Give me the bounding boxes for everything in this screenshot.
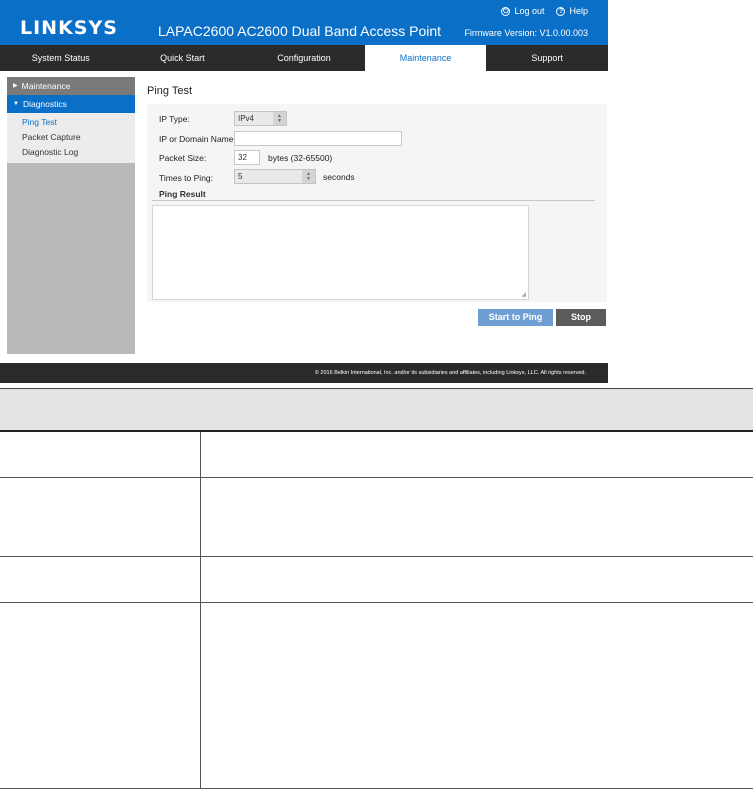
sidebar-section-maintenance[interactable]: ▶ Maintenance [7, 77, 135, 95]
doc-table-row [0, 432, 753, 478]
tab-maintenance[interactable]: Maintenance [364, 45, 487, 71]
doc-table-row [0, 603, 753, 789]
chevron-right-icon: ▶ [13, 83, 18, 89]
packet-size-label: Packet Size: [159, 153, 207, 163]
sidebar-item-ping-test[interactable]: Ping Test [7, 115, 135, 130]
divider [152, 200, 595, 201]
result-label: Ping Result [159, 189, 206, 199]
sidebar-section-diagnostics[interactable]: ▼ Diagnostics [7, 95, 135, 113]
table-divider [200, 557, 201, 602]
ip-type-select[interactable]: IPv4 ▲ ▼ [234, 111, 287, 126]
ping-result-textarea[interactable]: ◢ [152, 205, 529, 300]
device-title: LAPAC2600 AC2600 Dual Band Access Point [158, 23, 442, 39]
footer-copyright: © 2016 Belkin International, Inc. and/or… [0, 363, 608, 383]
top-header: LINKSYS LAPAC2600 AC2600 Dual Band Acces… [0, 0, 608, 45]
logout-link[interactable]: ⏻ Log out [501, 6, 544, 16]
tab-system-status[interactable]: System Status [0, 45, 122, 71]
sidebar-items: Ping Test Packet Capture Diagnostic Log [7, 113, 135, 163]
doc-table-header [0, 388, 753, 432]
sidebar-item-packet-capture[interactable]: Packet Capture [7, 130, 135, 145]
domain-input[interactable] [234, 131, 402, 146]
stop-button[interactable]: Stop [556, 309, 606, 326]
start-ping-button[interactable]: Start to Ping [478, 309, 553, 326]
table-divider [200, 432, 201, 477]
power-icon: ⏻ [501, 6, 511, 16]
times-label: Times to Ping: [159, 173, 214, 183]
sidebar-section-label: Maintenance [21, 81, 71, 91]
page-title: Ping Test [147, 85, 193, 97]
router-admin-window: LINKSYS LAPAC2600 AC2600 Dual Band Acces… [0, 0, 608, 383]
tab-quick-start[interactable]: Quick Start [122, 45, 244, 71]
sidebar: ▶ Maintenance ▼ Diagnostics Ping Test Pa… [7, 77, 135, 354]
times-value: 5 [238, 172, 243, 181]
help-label: Help [569, 6, 588, 16]
ip-type-label: IP Type: [159, 114, 190, 124]
table-divider [200, 478, 201, 556]
chevron-down-icon: ▼ [13, 101, 19, 107]
doc-table-row [0, 478, 753, 557]
spinner-icon: ▲ ▼ [302, 170, 315, 183]
help-icon: ? [556, 6, 566, 16]
header-links: ⏻ Log out ? Help [501, 6, 588, 16]
spinner-icon: ▲ ▼ [273, 112, 286, 125]
sidebar-section-label: Diagnostics [22, 99, 67, 109]
firmware-version: Firmware Version: V1.0.00.003 [464, 28, 588, 38]
times-select[interactable]: 5 ▲ ▼ [234, 169, 316, 184]
sidebar-item-diagnostic-log[interactable]: Diagnostic Log [7, 145, 135, 160]
resize-grip-icon[interactable]: ◢ [521, 291, 526, 298]
tab-support[interactable]: Support [486, 45, 608, 71]
tab-configuration[interactable]: Configuration [243, 45, 365, 71]
ip-type-value: IPv4 [238, 114, 255, 123]
domain-label: IP or Domain Name: [159, 134, 236, 144]
table-divider [200, 603, 201, 788]
times-unit: seconds [323, 172, 355, 182]
help-link[interactable]: ? Help [556, 6, 588, 16]
logout-label: Log out [514, 6, 545, 16]
linksys-logo: LINKSYS [20, 17, 118, 39]
packet-size-hint: bytes (32-65500) [268, 153, 333, 163]
main-nav: System Status Quick Start Configuration … [0, 45, 608, 71]
packet-size-input[interactable]: 32 [234, 150, 260, 165]
doc-table-row [0, 557, 753, 603]
